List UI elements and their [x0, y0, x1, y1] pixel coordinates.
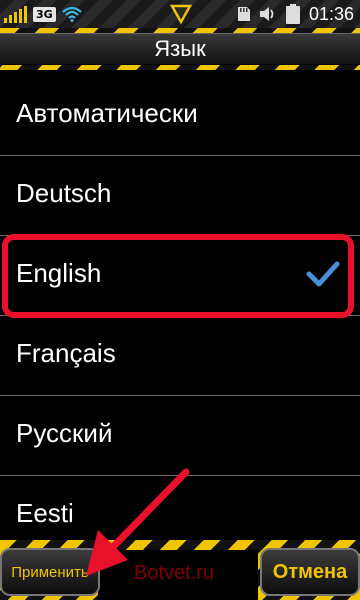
cancel-button[interactable]: Отмена — [260, 548, 360, 596]
language-label: Русский — [16, 418, 113, 448]
signal-icon — [4, 5, 27, 23]
language-label: Eesti — [16, 498, 74, 528]
language-item-english[interactable]: English — [0, 236, 360, 316]
notification-icon[interactable] — [170, 3, 192, 25]
status-left: 3G — [4, 4, 82, 24]
language-label: English — [16, 258, 102, 288]
language-list: Автоматически Deutsch English Français Р… — [0, 76, 360, 540]
title-bar: Язык — [0, 28, 360, 70]
clock: 01:36 — [308, 3, 354, 24]
watermark: Botvet.ru — [134, 562, 215, 584]
language-label: Deutsch — [16, 178, 112, 208]
volume-icon — [259, 7, 274, 21]
language-item-automatic[interactable]: Автоматически — [0, 76, 360, 156]
language-item-deutsch[interactable]: Deutsch — [0, 156, 360, 236]
apply-button[interactable]: Применить — [0, 548, 100, 596]
page-title: Язык — [154, 36, 206, 61]
language-label: Français — [16, 338, 116, 368]
language-item-francais[interactable]: Français — [0, 316, 360, 396]
battery-icon — [285, 4, 300, 24]
checkmark-icon — [306, 261, 340, 287]
title-bar-inner: Язык — [0, 33, 360, 65]
status-bar: 3G 01:36 — [0, 0, 360, 29]
language-item-russian[interactable]: Русский — [0, 396, 360, 476]
wifi-icon — [61, 6, 82, 22]
status-right: 01:36 — [237, 3, 354, 25]
network-type: 3G — [33, 6, 56, 22]
language-label: Автоматически — [16, 98, 198, 128]
language-item-eesti[interactable]: Eesti — [0, 476, 360, 540]
sd-card-icon — [237, 7, 250, 21]
